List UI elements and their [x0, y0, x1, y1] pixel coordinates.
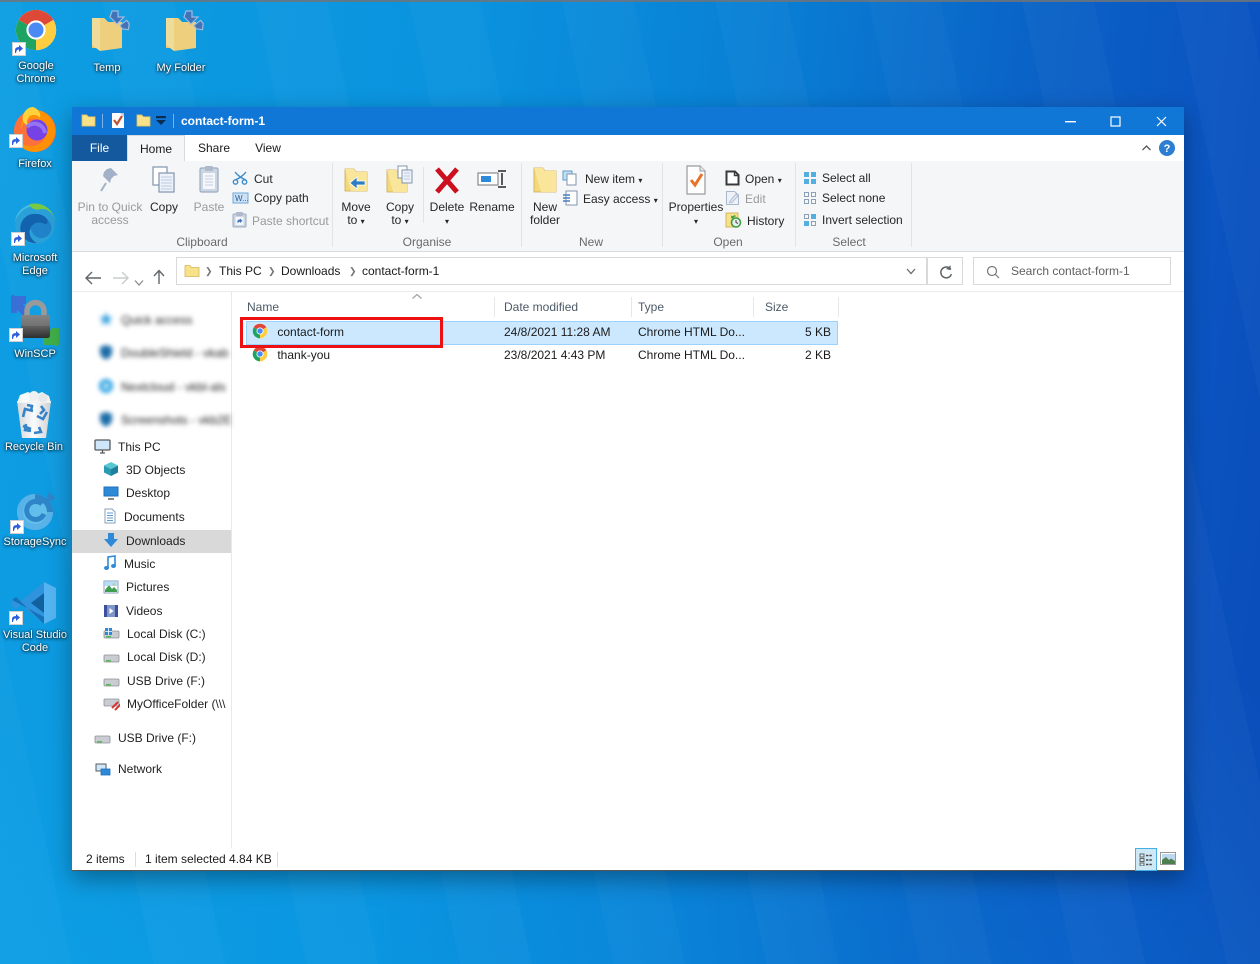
svg-text:W...: W... — [235, 194, 249, 203]
svg-text:?: ? — [1164, 143, 1171, 155]
